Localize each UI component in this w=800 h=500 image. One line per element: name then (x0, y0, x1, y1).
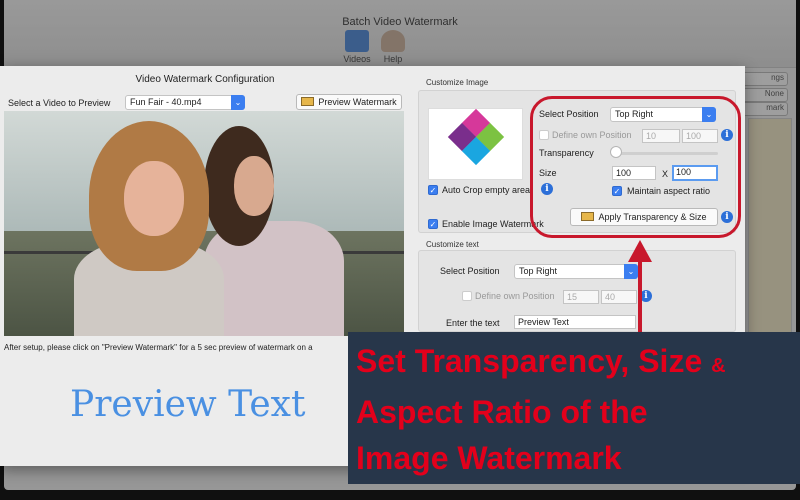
caption-line-3: Image Watermark (356, 440, 622, 476)
enable-image-watermark-checkbox[interactable]: ✓ (428, 219, 438, 229)
toolbar-videos-button[interactable]: Videos (340, 30, 374, 64)
feature-caption: Set Transparency, Size & Aspect Ratio of… (348, 332, 800, 484)
person-icon (381, 30, 405, 52)
select-video-label: Select a Video to Preview (8, 98, 111, 108)
customize-text-title: Customize text (426, 240, 479, 249)
text-position-select[interactable]: Top Right ⌄ (514, 264, 638, 279)
text-define-position-label: Define own Position (475, 291, 555, 301)
diamond-logo-icon (447, 108, 505, 166)
watermark-text-input[interactable]: Preview Text (514, 315, 636, 329)
text-select-position-label: Select Position (440, 266, 500, 276)
auto-crop-checkbox[interactable]: ✓ (428, 185, 438, 195)
annotation-arrow-shaft (638, 258, 642, 336)
caption-line-1: Set Transparency, Size & (356, 343, 726, 379)
text-define-position-checkbox[interactable] (462, 291, 472, 301)
customize-image-title: Customize Image (426, 78, 489, 87)
text-own-y-field[interactable]: 40 (601, 290, 637, 304)
preview-watermark-button[interactable]: Preview Watermark (296, 94, 402, 110)
video-select-value: Fun Fair - 40.mp4 (130, 97, 202, 107)
caption-ampersand: & (711, 355, 726, 377)
auto-crop-label: Auto Crop empty area (442, 185, 531, 195)
video-select[interactable]: Fun Fair - 40.mp4 ⌄ (125, 95, 245, 110)
toolbar-help-label: Help (383, 54, 403, 64)
window-title: Batch Video Watermark (342, 16, 458, 28)
image-icon (301, 97, 315, 106)
caption-line-2: Aspect Ratio of the (356, 394, 648, 430)
text-own-x-field[interactable]: 15 (563, 290, 599, 304)
film-icon (345, 30, 369, 52)
video-frame-person-left (64, 121, 234, 336)
toolbar-help-button[interactable]: Help (376, 30, 410, 64)
sheet-title: Video Watermark Configuration (135, 74, 275, 85)
preview-watermark-label: Preview Watermark (318, 97, 397, 107)
enable-image-watermark-label: Enable Image Watermark (442, 219, 544, 229)
preview-instructions: After setup, please click on "Preview Wa… (4, 343, 313, 352)
enter-text-label: Enter the text (446, 318, 500, 328)
title-bar: Batch Video Watermark Videos Help (4, 0, 796, 68)
chevron-down-icon: ⌄ (231, 95, 245, 110)
text-position-value: Top Right (519, 266, 558, 276)
watermark-image-preview (428, 108, 523, 180)
preview-text-sample: Preview Text (70, 384, 306, 425)
video-preview (4, 111, 404, 336)
annotation-highlight-ring (530, 96, 741, 238)
toolbar-videos-label: Videos (343, 54, 371, 64)
chevron-down-icon: ⌄ (624, 264, 638, 279)
